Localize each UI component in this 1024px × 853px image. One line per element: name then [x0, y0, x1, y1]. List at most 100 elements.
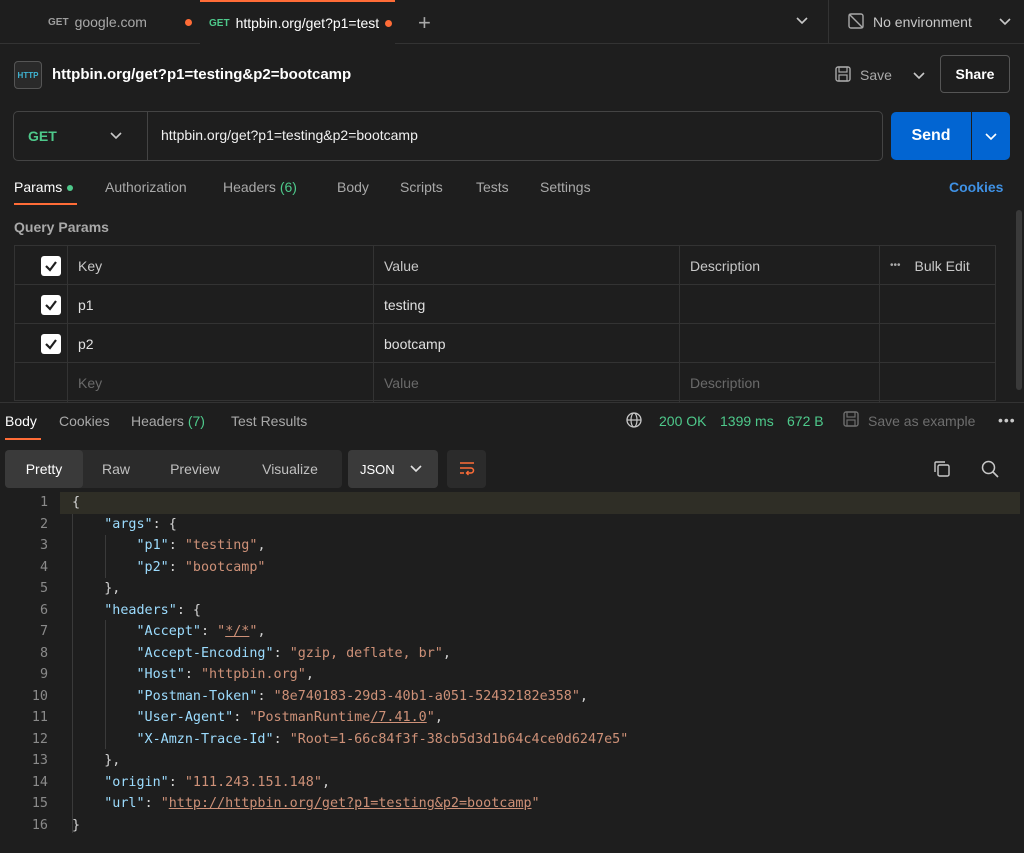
checkbox-checked-icon: [41, 333, 61, 354]
bulk-edit-label: Bulk Edit: [914, 257, 970, 274]
row-checkbox[interactable]: [15, 285, 67, 324]
line-number: 12: [31, 731, 48, 747]
wrap-lines-button[interactable]: [447, 450, 486, 488]
line-number: 7: [39, 624, 48, 640]
code-text: "Host": "httpbin.org",: [136, 667, 314, 683]
more-options-icon[interactable]: •••: [998, 412, 1016, 428]
response-tab-test-results[interactable]: Test Results: [231, 413, 307, 429]
line-number: 4: [39, 559, 48, 575]
save-label: Save: [860, 67, 892, 83]
active-tab-underline: [5, 438, 41, 440]
new-key-input[interactable]: Key: [67, 363, 373, 402]
line-number: 15: [31, 796, 48, 812]
response-headers-label: Headers: [131, 413, 184, 429]
url-input[interactable]: httpbin.org/get?p1=testing&p2=bootcamp: [161, 127, 418, 143]
code-line: 6 "headers": {: [0, 600, 1020, 622]
tab-scripts[interactable]: Scripts: [400, 179, 443, 195]
response-size[interactable]: 672 B: [787, 413, 824, 429]
format-select[interactable]: JSON: [348, 450, 438, 488]
save-icon: [834, 65, 852, 86]
table-row-empty: Key Value Description: [15, 363, 995, 402]
share-button[interactable]: Share: [940, 55, 1010, 93]
param-key-cell[interactable]: p1: [67, 285, 373, 324]
globe-icon[interactable]: [625, 411, 643, 432]
code-text: "Postman-Token": "8e740183-29d3-40b1-a05…: [136, 688, 588, 704]
send-options-chevron-icon[interactable]: [972, 112, 1010, 160]
line-number: 1: [39, 495, 48, 511]
param-key-cell[interactable]: p2: [67, 324, 373, 363]
param-value-cell[interactable]: bootcamp: [373, 324, 679, 363]
code-line: 11 "User-Agent": "PostmanRuntime/7.41.0"…: [0, 707, 1020, 729]
row-actions-cell: [879, 324, 995, 363]
response-headers-count: (7): [187, 413, 205, 429]
status-code[interactable]: 200 OK: [659, 413, 706, 429]
code-line: 4 "p2": "bootcamp": [0, 557, 1020, 579]
column-header-value: Value: [373, 246, 679, 285]
tab-authorization[interactable]: Authorization: [105, 179, 187, 195]
response-body-code[interactable]: 1{2 "args": {3 "p1": "testing", 4 "p2": "…: [0, 492, 1024, 853]
response-time[interactable]: 1399 ms: [720, 413, 774, 429]
code-text: "args": {: [104, 516, 177, 532]
query-params-table: Key Value Description ••• Bulk Edit p1 t…: [14, 245, 996, 402]
url-bar: GET httpbin.org/get?p1=testing&p2=bootca…: [13, 111, 883, 161]
code-line: 13 },: [0, 750, 1020, 772]
line-number: 6: [39, 602, 48, 618]
view-visualize-button[interactable]: Visualize: [241, 450, 339, 488]
tab-params[interactable]: Params: [14, 179, 74, 195]
format-label: JSON: [360, 461, 395, 477]
code-text: "p2": "bootcamp": [136, 559, 266, 575]
view-mode-group: Pretty Raw Preview Visualize: [5, 450, 342, 488]
new-value-input[interactable]: Value: [373, 363, 679, 402]
environment-selector[interactable]: No environment: [828, 0, 1024, 44]
method-select[interactable]: GET: [14, 112, 148, 160]
save-options-chevron-icon[interactable]: [906, 60, 932, 90]
copy-icon[interactable]: [932, 459, 952, 482]
request-scrollbar[interactable]: [1016, 210, 1022, 390]
response-tab-body[interactable]: Body: [5, 413, 37, 429]
row-checkbox[interactable]: [15, 324, 67, 363]
tab-label: google.com: [74, 14, 147, 30]
view-raw-button[interactable]: Raw: [83, 450, 149, 488]
param-description-cell[interactable]: [679, 285, 879, 324]
request-title[interactable]: httpbin.org/get?p1=testing&p2=bootcamp: [52, 66, 351, 83]
row-actions-cell: [879, 285, 995, 324]
tab-headers[interactable]: Headers (6): [223, 179, 297, 195]
select-all-checkbox[interactable]: [15, 246, 67, 285]
more-options-icon[interactable]: •••: [890, 260, 901, 271]
bulk-edit-button[interactable]: ••• Bulk Edit: [879, 246, 995, 285]
new-description-input[interactable]: Description: [679, 363, 879, 402]
checkbox-checked-icon: [41, 255, 61, 276]
chevron-down-icon: [109, 128, 123, 145]
headers-count: (6): [279, 179, 297, 195]
code-text: },: [72, 581, 121, 597]
code-line: 1{: [0, 492, 1020, 514]
tab-label: httpbin.org/get?p1=test: [235, 15, 380, 31]
response-tab-headers[interactable]: Headers (7): [131, 413, 205, 429]
code-text: "headers": {: [104, 602, 201, 618]
save-as-example-button[interactable]: Save as example: [842, 410, 975, 431]
tab-tests[interactable]: Tests: [476, 179, 509, 195]
chevron-down-icon: [409, 461, 423, 478]
response-divider[interactable]: [0, 402, 1024, 403]
tab-method: GET: [209, 17, 230, 29]
response-tab-cookies[interactable]: Cookies: [59, 413, 110, 429]
cookies-link[interactable]: Cookies: [949, 179, 1003, 195]
code-line: 5 },: [0, 578, 1020, 600]
tab-body[interactable]: Body: [337, 179, 369, 195]
search-icon[interactable]: [980, 459, 1000, 482]
param-description-cell[interactable]: [679, 324, 879, 363]
tabs-dropdown-chevron-icon[interactable]: [795, 13, 809, 30]
line-number: 2: [39, 516, 48, 532]
tab-google[interactable]: GET google.com: [48, 0, 192, 44]
tab-httpbin[interactable]: GET httpbin.org/get?p1=test: [200, 0, 395, 44]
method-label: GET: [28, 128, 57, 144]
save-button[interactable]: Save: [834, 60, 892, 90]
param-value-cell[interactable]: testing: [373, 285, 679, 324]
unsaved-dot: [184, 18, 192, 26]
tab-settings[interactable]: Settings: [540, 179, 591, 195]
code-line: 15 "url": "http://httpbin.org/get?p1=tes…: [0, 793, 1020, 815]
send-button[interactable]: Send: [891, 112, 971, 160]
view-preview-button[interactable]: Preview: [149, 450, 241, 488]
view-pretty-button[interactable]: Pretty: [5, 450, 83, 488]
new-tab-icon[interactable]: +: [418, 10, 431, 36]
